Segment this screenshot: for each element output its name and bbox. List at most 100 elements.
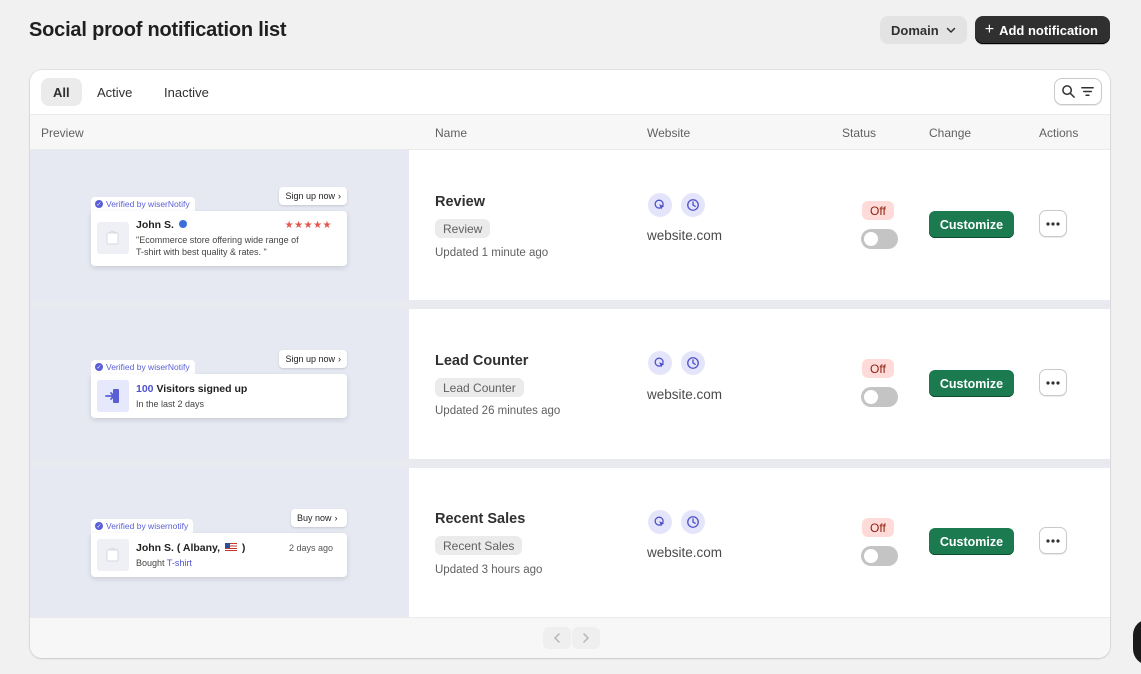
add-notification-button[interactable]: + Add notification — [974, 16, 1110, 44]
table-row[interactable]: Buy now › ✓ Verified by wisernotify John… — [30, 468, 1110, 617]
preview-cell: Sign up now › ✓ Verified by wiserNotify … — [30, 150, 409, 300]
tab-inactive[interactable]: Inactive — [152, 78, 221, 106]
chat-widget-button[interactable] — [1133, 619, 1141, 665]
status-badge: Off — [862, 518, 894, 537]
preview-cta-chip: Sign up now › — [279, 187, 347, 205]
website-url: website.com — [647, 545, 723, 560]
check-icon: ✓ — [95, 200, 103, 208]
more-horizontal-icon — [1046, 221, 1060, 226]
product-thumbnail-icon — [97, 222, 129, 254]
status-toggle[interactable] — [861, 229, 898, 249]
review-notification-preview: Sign up now › ✓ Verified by wiserNotify … — [91, 187, 347, 267]
header-actions: Domain + Add notification — [880, 16, 1110, 44]
notification-name: Recent Sales — [435, 511, 526, 527]
verified-label: Verified by wiserNotify — [106, 199, 190, 209]
search-icon — [1062, 85, 1075, 98]
toggle-knob — [864, 390, 878, 404]
row-divider — [30, 459, 1110, 468]
search-filter-button[interactable] — [1054, 78, 1102, 105]
filter-icon — [1081, 87, 1094, 96]
chevron-right-icon — [583, 633, 589, 643]
preview-cta-label: Sign up now — [285, 354, 335, 364]
more-horizontal-icon — [1046, 538, 1060, 543]
previous-page-button[interactable] — [543, 627, 571, 649]
visitor-count-headline: 100 Visitors signed up — [136, 383, 247, 395]
lead-counter-notification-preview: Sign up now › ✓ Verified by wiserNotify … — [91, 350, 347, 420]
notification-type-badge: Review — [435, 219, 491, 238]
verified-tag: ✓ Verified by wiserNotify — [91, 197, 195, 211]
chevron-right-icon: › — [338, 354, 341, 364]
verified-tag: ✓ Verified by wiserNotify — [91, 360, 195, 374]
customize-button[interactable]: Customize — [929, 528, 1014, 555]
review-text: "Ecommerce store offering wide range of … — [136, 234, 299, 258]
status-toggle[interactable] — [861, 546, 898, 566]
customize-button[interactable]: Customize — [929, 370, 1014, 397]
rating-stars: ★★★★★ — [284, 220, 332, 231]
buyer-name-text: John S. ( Albany, — [136, 542, 221, 554]
domain-dropdown-button[interactable]: Domain — [880, 16, 967, 44]
website-url: website.com — [647, 387, 723, 402]
verified-badge-icon — [178, 220, 187, 228]
notification-card: John S. ( Albany, ) 2 days ago Bought T-… — [91, 533, 347, 577]
more-actions-button[interactable] — [1039, 527, 1067, 554]
bought-label: Bought — [136, 558, 165, 568]
next-page-button[interactable] — [572, 627, 600, 649]
plus-icon: + — [984, 21, 995, 38]
toggle-knob — [864, 232, 878, 246]
toggle-knob — [864, 549, 878, 563]
preview-cta-chip: Sign up now › — [279, 350, 347, 368]
clock-icon[interactable] — [681, 193, 705, 217]
more-actions-button[interactable] — [1039, 210, 1067, 237]
updated-time: Updated 3 hours ago — [435, 564, 543, 576]
updated-time: Updated 1 minute ago — [435, 247, 549, 259]
tab-all[interactable]: All — [41, 78, 82, 106]
verified-label: Verified by wiserNotify — [106, 362, 190, 372]
preview-cell: Sign up now › ✓ Verified by wiserNotify … — [30, 309, 409, 459]
purchase-detail: Bought T-shirt — [136, 557, 192, 569]
notification-name: Lead Counter — [435, 353, 529, 369]
notification-card: 100 Visitors signed up In the last 2 day… — [91, 374, 347, 418]
cursor-click-icon[interactable] — [648, 193, 672, 217]
reviewer-name: John S. — [136, 219, 187, 231]
add-notification-label: Add notification — [999, 22, 1098, 38]
clock-icon[interactable] — [681, 510, 705, 534]
us-flag-icon — [224, 543, 237, 551]
preview-cell: Buy now › ✓ Verified by wisernotify John… — [30, 468, 409, 617]
cursor-click-icon[interactable] — [648, 351, 672, 375]
status-badge: Off — [862, 201, 894, 220]
preview-cta-label: Sign up now — [285, 191, 335, 201]
website-url: website.com — [647, 228, 723, 243]
cursor-click-icon[interactable] — [648, 510, 672, 534]
buyer-name: John S. ( Albany, ) — [136, 542, 245, 554]
table-row[interactable]: Sign up now › ✓ Verified by wiserNotify … — [30, 150, 1110, 300]
verified-tag: ✓ Verified by wisernotify — [91, 519, 194, 533]
visitor-subtext: In the last 2 days — [136, 399, 205, 409]
tabs-bar: All Active Inactive — [30, 70, 1110, 114]
sign-in-icon — [97, 380, 129, 412]
customize-button[interactable]: Customize — [929, 211, 1014, 238]
check-icon: ✓ — [95, 363, 103, 371]
more-actions-button[interactable] — [1039, 369, 1067, 396]
review-text-line: T-shirt with best quality & rates. " — [136, 247, 267, 257]
preview-cta-chip: Buy now › — [291, 509, 347, 527]
recent-sales-notification-preview: Buy now › ✓ Verified by wisernotify John… — [91, 509, 347, 579]
check-icon: ✓ — [95, 522, 103, 530]
chevron-right-icon: › — [338, 191, 341, 201]
notification-name: Review — [435, 194, 485, 210]
notification-list-card: All Active Inactive Preview Name Website… — [30, 70, 1110, 658]
table-header: Preview Name Website Status Change Actio… — [30, 114, 1110, 150]
chevron-down-icon — [946, 27, 955, 33]
tab-active[interactable]: Active — [85, 78, 144, 106]
row-divider — [30, 300, 1110, 309]
product-link: T-shirt — [166, 558, 192, 568]
page-header: Social proof notification list Domain + … — [29, 14, 1110, 46]
purchase-time: 2 days ago — [288, 543, 333, 553]
visitor-count: 100 — [136, 383, 154, 395]
visitor-headline: Visitors signed up — [156, 383, 248, 395]
chevron-right-icon: › — [334, 513, 338, 523]
clock-icon[interactable] — [681, 351, 705, 375]
status-toggle[interactable] — [861, 387, 898, 407]
pagination-bar — [30, 617, 1110, 658]
more-horizontal-icon — [1046, 380, 1060, 385]
review-text-line: "Ecommerce store offering wide range of — [136, 235, 299, 245]
